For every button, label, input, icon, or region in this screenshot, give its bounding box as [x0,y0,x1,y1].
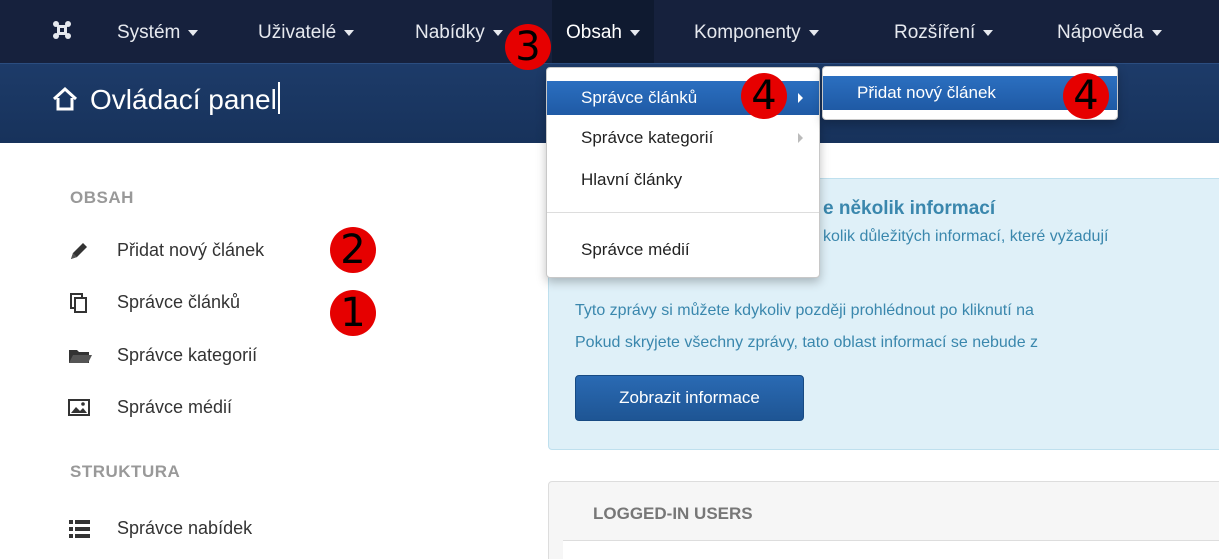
chevron-right-icon [798,133,803,143]
panel-body [563,540,1219,559]
chevron-down-icon [983,29,994,36]
step-marker: 1 [330,290,376,336]
nav-system[interactable]: Systém [117,0,199,63]
image-icon [68,399,90,416]
step-marker: 4 [1063,73,1109,119]
info-subtext: kolik důležitých informací, které vyžadu… [823,228,1109,245]
chevron-right-icon [798,93,803,103]
info-line: Pokud skryjete všechny zprávy, tato obla… [575,334,1039,351]
nav-components[interactable]: Komponenty [694,0,819,63]
chevron-down-icon [1151,29,1162,36]
joomla-logo-icon[interactable] [52,20,72,40]
step-marker: 3 [505,24,551,70]
chevron-down-icon [344,29,355,36]
home-icon [52,86,78,111]
sidebar-section-title: OBSAH [70,188,134,207]
list-icon [69,520,90,538]
page-title: Ovládací panel [90,82,280,116]
nav-extensions[interactable]: Rozšíření [894,0,994,63]
menu-item-media-manager[interactable]: Správce médií [547,233,819,267]
pencil-icon [71,243,87,259]
nav-users[interactable]: Uživatelé [258,0,355,63]
sidebar-section-title: STRUKTURA [70,462,181,481]
text-cursor [277,82,280,114]
info-line: Tyto zprávy si můžete kdykoliv později p… [575,302,1034,319]
nav-content[interactable]: Obsah [552,0,654,63]
copy-icon [70,293,87,313]
menu-item-featured-articles[interactable]: Hlavní články [547,163,819,197]
panel-title: LOGGED-IN USERS [593,504,753,523]
chevron-down-icon [188,29,199,36]
nav-menus[interactable]: Nabídky [415,0,503,63]
step-marker: 4 [741,73,787,119]
info-heading: e několik informací [823,198,996,219]
chevron-down-icon [629,29,640,36]
top-navbar: Systém Uživatelé Nabídky Obsah Komponent… [0,0,1219,63]
folder-icon [69,350,92,363]
nav-help[interactable]: Nápověda [1057,0,1162,63]
joomla-admin: Systém Uživatelé Nabídky Obsah Komponent… [0,0,1219,559]
menu-item-category-manager[interactable]: Správce kategorií [547,121,819,155]
logged-in-users-panel: LOGGED-IN USERS [548,481,1219,559]
step-marker: 2 [330,227,376,273]
chevron-down-icon [492,29,503,36]
menu-divider [547,212,819,213]
show-messages-button[interactable]: Zobrazit informace [575,375,804,421]
chevron-down-icon [808,29,819,36]
